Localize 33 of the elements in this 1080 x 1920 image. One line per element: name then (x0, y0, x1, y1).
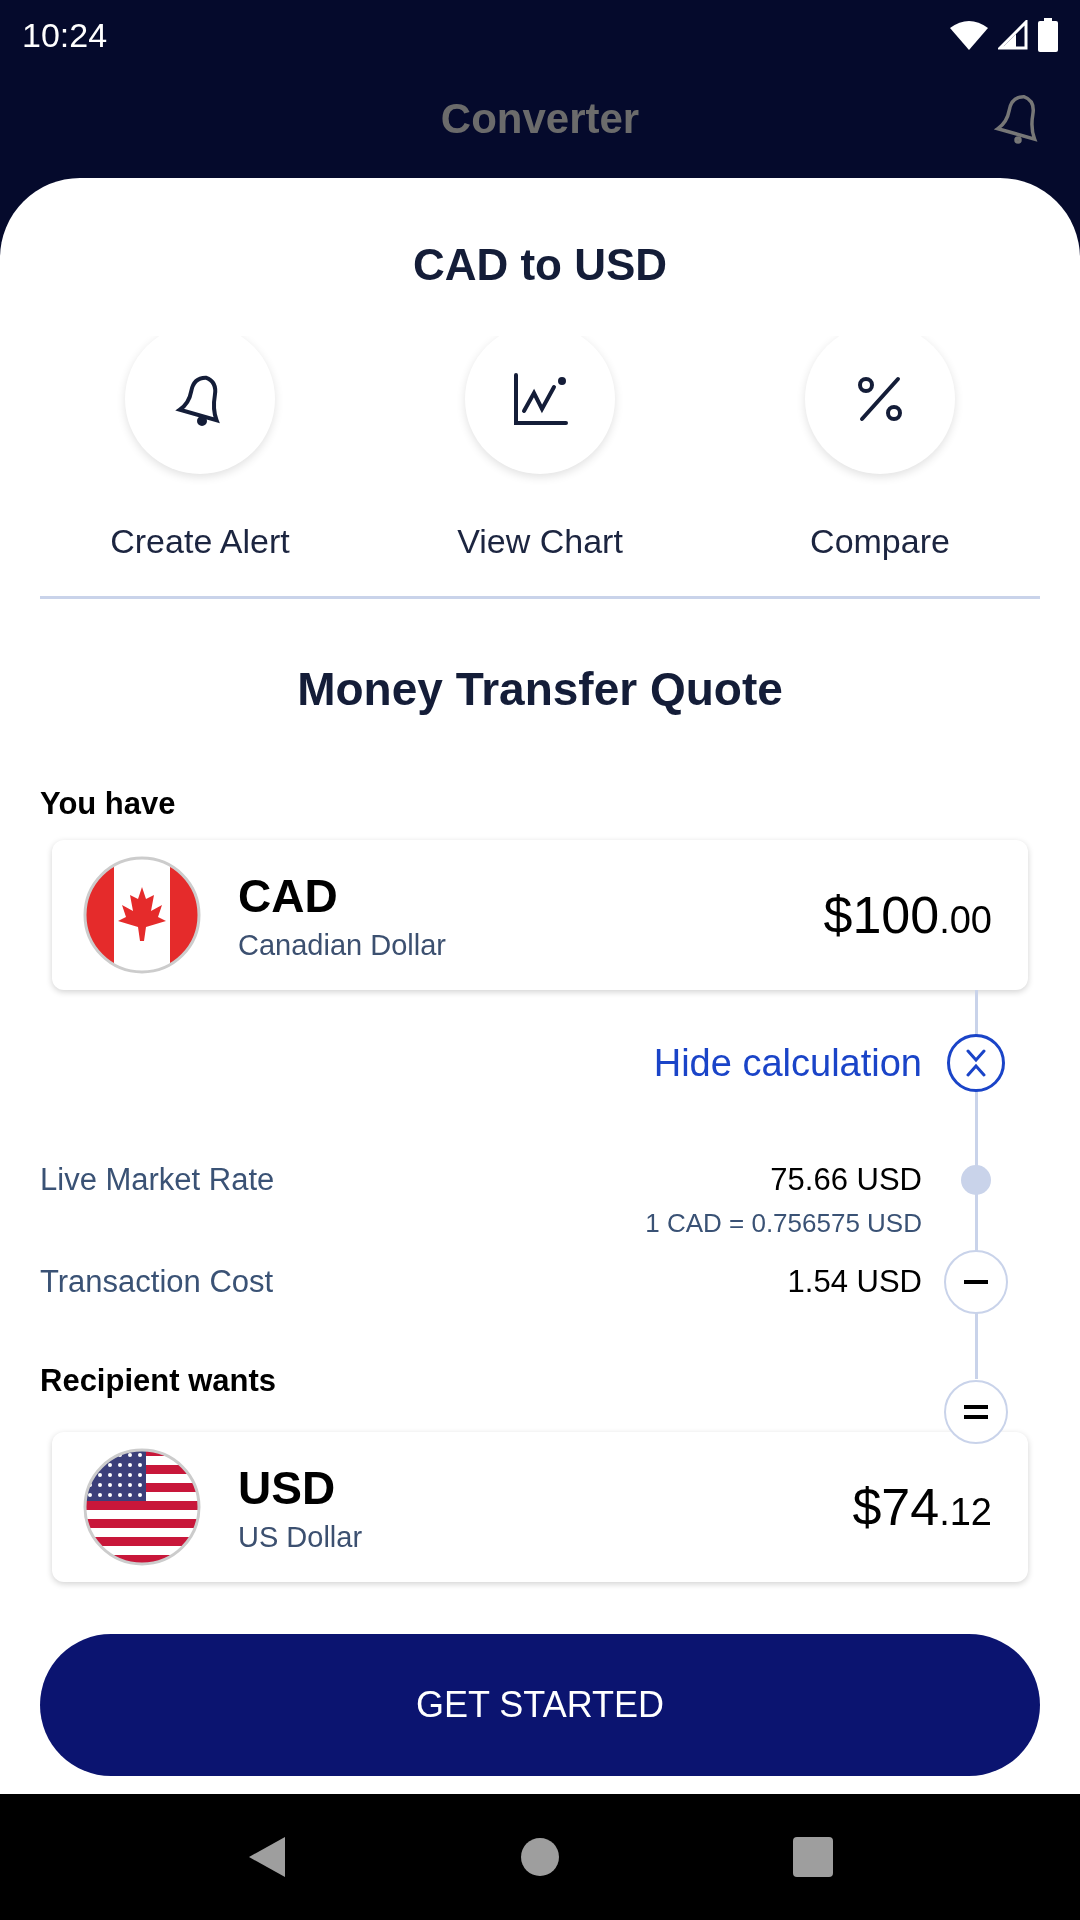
currency-name: Canadian Dollar (238, 928, 447, 962)
field-label: Recipient wants (40, 1363, 276, 1399)
currency-card[interactable]: USD US Dollar $74.12 (52, 1432, 1028, 1582)
signal-icon (998, 20, 1028, 50)
sheet-title: CAD to USD (412, 240, 668, 290)
currency-code: CAD (238, 868, 339, 923)
field-label: You have (40, 786, 176, 822)
row-value: 75.66 USD (770, 1162, 922, 1198)
app-title: Converter (440, 95, 640, 143)
hide-calculation-link[interactable]: Hide calculation (653, 1041, 922, 1085)
get-started-button[interactable]: GET STARTED (40, 1634, 1040, 1776)
action-label: Compare (810, 522, 950, 561)
wifi-icon (950, 20, 988, 50)
flag-icon (82, 1447, 202, 1567)
row-label: Transaction Cost (40, 1264, 274, 1300)
amount-text: $100.00 (823, 885, 992, 945)
row-label: Live Market Rate (40, 1162, 275, 1198)
currency-code: USD (238, 1460, 337, 1515)
row-value: 1.54 USD (787, 1264, 922, 1300)
action-label: Create Alert (110, 522, 290, 561)
currency-name: US Dollar (238, 1520, 364, 1554)
dot-icon (961, 1165, 991, 1195)
section-title: Money Transfer Quote (297, 662, 783, 716)
collapse-icon[interactable] (947, 1034, 1005, 1092)
currency-card[interactable]: CAD Canadian Dollar $100.00 (52, 840, 1028, 990)
home-icon[interactable] (520, 1837, 560, 1877)
action-label: View Chart (457, 522, 623, 561)
rate-note: 1 CAD = 0.756575 USD (645, 1207, 922, 1239)
recents-icon[interactable] (793, 1837, 834, 1877)
amount-text: $74.12 (852, 1477, 992, 1537)
flag-icon (82, 855, 202, 975)
status-time: 10:24 (22, 15, 108, 55)
battery-icon (1038, 18, 1058, 52)
